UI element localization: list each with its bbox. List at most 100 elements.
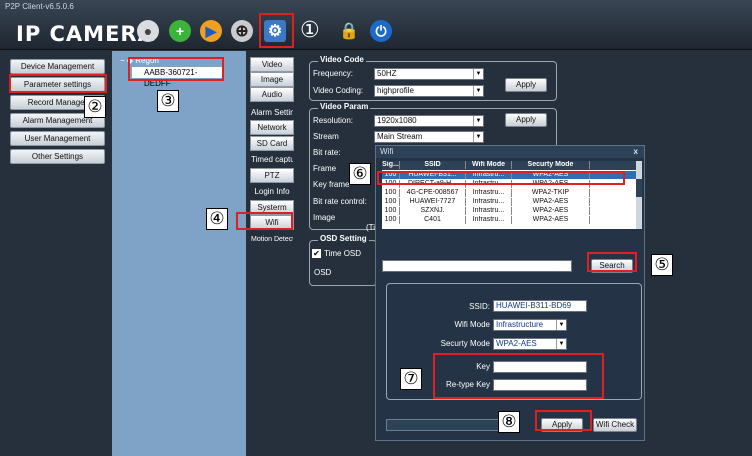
video-code-title: Video Code [318,55,366,64]
video-coding-select[interactable]: highprofile ▼ [374,85,484,97]
col-ssid[interactable]: SSID [400,161,466,169]
menu-other-settings[interactable]: Other Settings [10,149,105,164]
cell-signal: 100 [382,216,400,224]
time-osd-label: Time OSD [324,249,362,258]
device-tree: − ◆ Regon AABB-360721-DEDFF [112,51,246,456]
col-wifi-mode[interactable]: Wifi Mode [466,161,512,169]
table-row[interactable]: 100 HUAWEI-7727 Infrastru... WPA2-AES [382,198,636,206]
col-signal[interactable]: Sig... [382,161,400,169]
table-row[interactable]: 100 C401 Infrastru... WPA2-AES [382,216,636,224]
chevron-down-icon: ▼ [556,339,566,349]
cell-ssid: SZXNJ. [400,207,466,215]
callout-8: ⑧ [498,411,520,433]
tab-network[interactable]: Network [250,120,294,135]
ssid-label: SSID: [469,302,490,311]
app-brand: IP CAMERA [16,22,155,46]
toolbar: P2P Client-v6.5.0.6 IP CAMERA ● + ▶ ⊕ ⚙ … [0,0,752,50]
wifi-check-button[interactable]: Wifi Check [593,418,637,432]
tab-sd-card[interactable]: SD Card [250,136,294,151]
cell-ssid: HUAWEI-7727 [400,198,466,206]
osd-group: OSD Setting ✔ Time OSD OSD [309,234,377,286]
wifi-table-header: Sig... SSID Wifi Mode Securty Mode [382,161,636,170]
table-scrollbar[interactable] [636,161,642,229]
resolution-label: Resolution: [313,116,354,125]
callout-5: ⑤ [651,254,673,276]
resolution-value: 1920x1080 [377,116,417,125]
col-security-mode[interactable]: Securty Mode [512,161,590,169]
cell-signal: 100 [382,207,400,215]
lock-icon[interactable]: 🔒 [338,20,360,42]
tab-ptz[interactable]: PTZ [250,168,294,183]
wifi-mode-value: Infrastructure [496,320,544,329]
highlight-box-search [587,252,637,272]
tab-audio[interactable]: Audio [250,87,294,102]
chevron-down-icon: ▼ [473,86,483,96]
image-label: Image [313,213,336,222]
highlight-box-wifi-tab [236,212,293,230]
menu-user-management[interactable]: User Management [10,131,105,146]
frame-label: Frame [313,164,337,173]
highlight-box-key-fields [433,353,604,399]
cell-ssid: 4G-CPE-008567 [400,189,466,197]
wifi-dialog-titlebar: Wifi x [376,146,644,158]
scrollbar-thumb[interactable] [636,179,642,197]
security-mode-value: WPA2-AES [496,339,537,348]
video-param-title: Video Param [318,102,371,111]
close-icon[interactable]: x [634,146,638,158]
image-sub-label: (Ti [366,223,376,232]
wifi-mode-label: Wifi Mode [454,320,490,329]
cell-security: WPA2-AES [512,216,590,224]
add-device-icon[interactable]: + [169,20,191,42]
highlight-box-apply [535,410,592,431]
cell-security: WPA2-AES [512,207,590,215]
tab-timed-capture[interactable]: Timed capture [250,152,294,167]
callout-3: ③ [157,90,179,112]
settings-tabs: Video Image Audio Alarm Setting Network … [248,51,296,456]
power-icon[interactable]: ⏻ [370,20,392,42]
chevron-down-icon: ▼ [473,116,483,126]
table-row[interactable]: 100 4G-CPE-008567 Infrastru... WPA2-TKIP [382,189,636,197]
highlight-box-parameter-settings [9,74,107,93]
callout-7: ⑦ [400,368,422,390]
tab-alarm-setting[interactable]: Alarm Setting [250,105,294,120]
video-code-apply-button[interactable]: Apply [505,78,547,92]
ptz-control-icon[interactable]: ⊕ [231,20,253,42]
table-row[interactable]: 100 SZXNJ. Infrastru... WPA2-AES [382,207,636,215]
stream-select[interactable]: Main Stream ▼ [374,131,484,143]
frequency-select[interactable]: 50HZ ▼ [374,68,484,80]
security-mode-label: Securty Mode [440,339,490,348]
wifi-mode-select[interactable]: Infrastructure ▼ [493,319,567,331]
cell-mode: Infrastru... [466,216,512,224]
stream-value: Main Stream [377,132,423,141]
tab-image[interactable]: Image [250,72,294,87]
playback-icon[interactable]: ▶ [200,20,222,42]
wifi-dialog-title: Wifi [380,147,394,156]
video-param-apply-button[interactable]: Apply [505,113,547,127]
ssid-input[interactable]: HUAWEI-B311-BD69 [493,300,587,312]
tab-motion-detection[interactable]: Motion Detection [250,232,294,247]
tab-login-info[interactable]: Login Info [250,184,294,199]
frequency-value: 50HZ [377,69,397,78]
chevron-down-icon: ▼ [556,320,566,330]
cell-mode: Infrastru... [466,198,512,206]
tab-video[interactable]: Video [250,57,294,72]
camera-icon[interactable]: ● [137,20,159,42]
video-coding-label: Video Coding: [313,86,364,95]
bitrate-label: Bit rate: [313,148,341,157]
chevron-down-icon: ▼ [473,69,483,79]
highlight-box-settings [259,13,294,48]
osd-title: OSD Setting [318,234,369,243]
time-osd-checkbox[interactable]: ✔ [312,249,321,258]
highlight-box-device [128,57,224,81]
wifi-search-input[interactable] [382,260,572,272]
resolution-select[interactable]: 1920x1080 ▼ [374,115,484,127]
security-mode-select[interactable]: WPA2-AES ▼ [493,338,567,350]
video-code-group: Video Code Frequency: 50HZ ▼ Video Coding… [309,55,557,101]
menu-device-management[interactable]: Device Management [10,59,105,74]
cell-security: WPA2-TKIP [512,189,590,197]
status-field [386,419,511,431]
callout-1: ① [300,18,320,43]
callout-6: ⑥ [349,163,371,185]
callout-4: ④ [206,208,228,230]
cell-signal: 100 [382,198,400,206]
